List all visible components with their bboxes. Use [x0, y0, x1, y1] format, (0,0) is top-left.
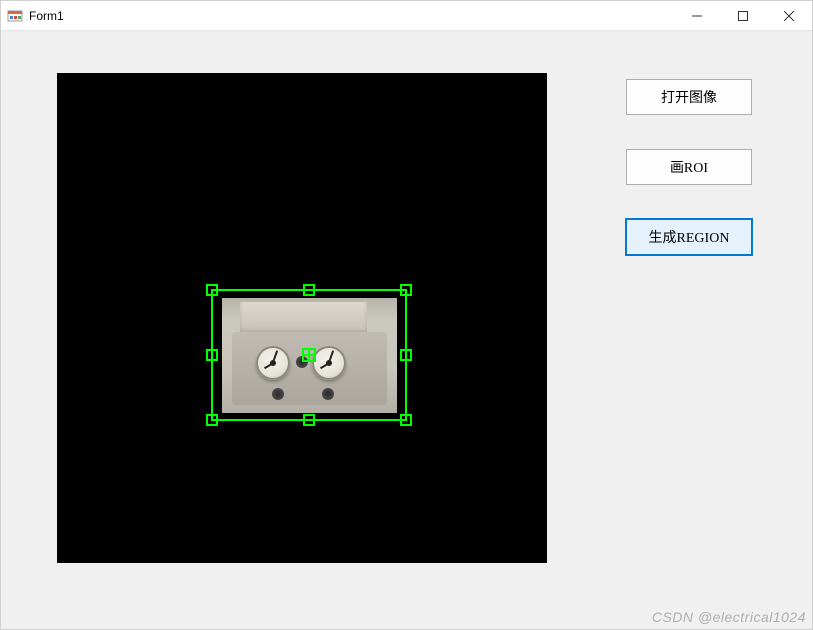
close-button[interactable]: [766, 1, 812, 31]
draw-roi-button[interactable]: 画ROI: [626, 149, 752, 185]
roi-handle-n[interactable]: [303, 284, 315, 296]
roi-handle-s[interactable]: [303, 414, 315, 426]
open-image-button[interactable]: 打开图像: [626, 79, 752, 115]
window-title: Form1: [29, 9, 64, 23]
displayed-image: [222, 298, 397, 413]
title-bar: Form1: [1, 1, 812, 31]
window-controls: [674, 1, 812, 30]
app-icon: [7, 8, 23, 24]
watermark-text: CSDN @electrical1024: [652, 609, 806, 625]
roi-handle-sw[interactable]: [206, 414, 218, 426]
roi-handle-e[interactable]: [400, 349, 412, 361]
minimize-button[interactable]: [674, 1, 720, 31]
side-panel: 打开图像 画ROI 生成REGION: [604, 79, 774, 255]
roi-handle-se[interactable]: [400, 414, 412, 426]
roi-handle-w[interactable]: [206, 349, 218, 361]
maximize-button[interactable]: [720, 1, 766, 31]
title-left: Form1: [7, 8, 64, 24]
app-window: Form1: [0, 0, 813, 630]
client-area: 打开图像 画ROI 生成REGION CSDN @electrical1024: [1, 31, 812, 629]
roi-handle-nw[interactable]: [206, 284, 218, 296]
image-viewer[interactable]: [57, 73, 547, 563]
generate-region-button[interactable]: 生成REGION: [626, 219, 752, 255]
roi-handle-ne[interactable]: [400, 284, 412, 296]
